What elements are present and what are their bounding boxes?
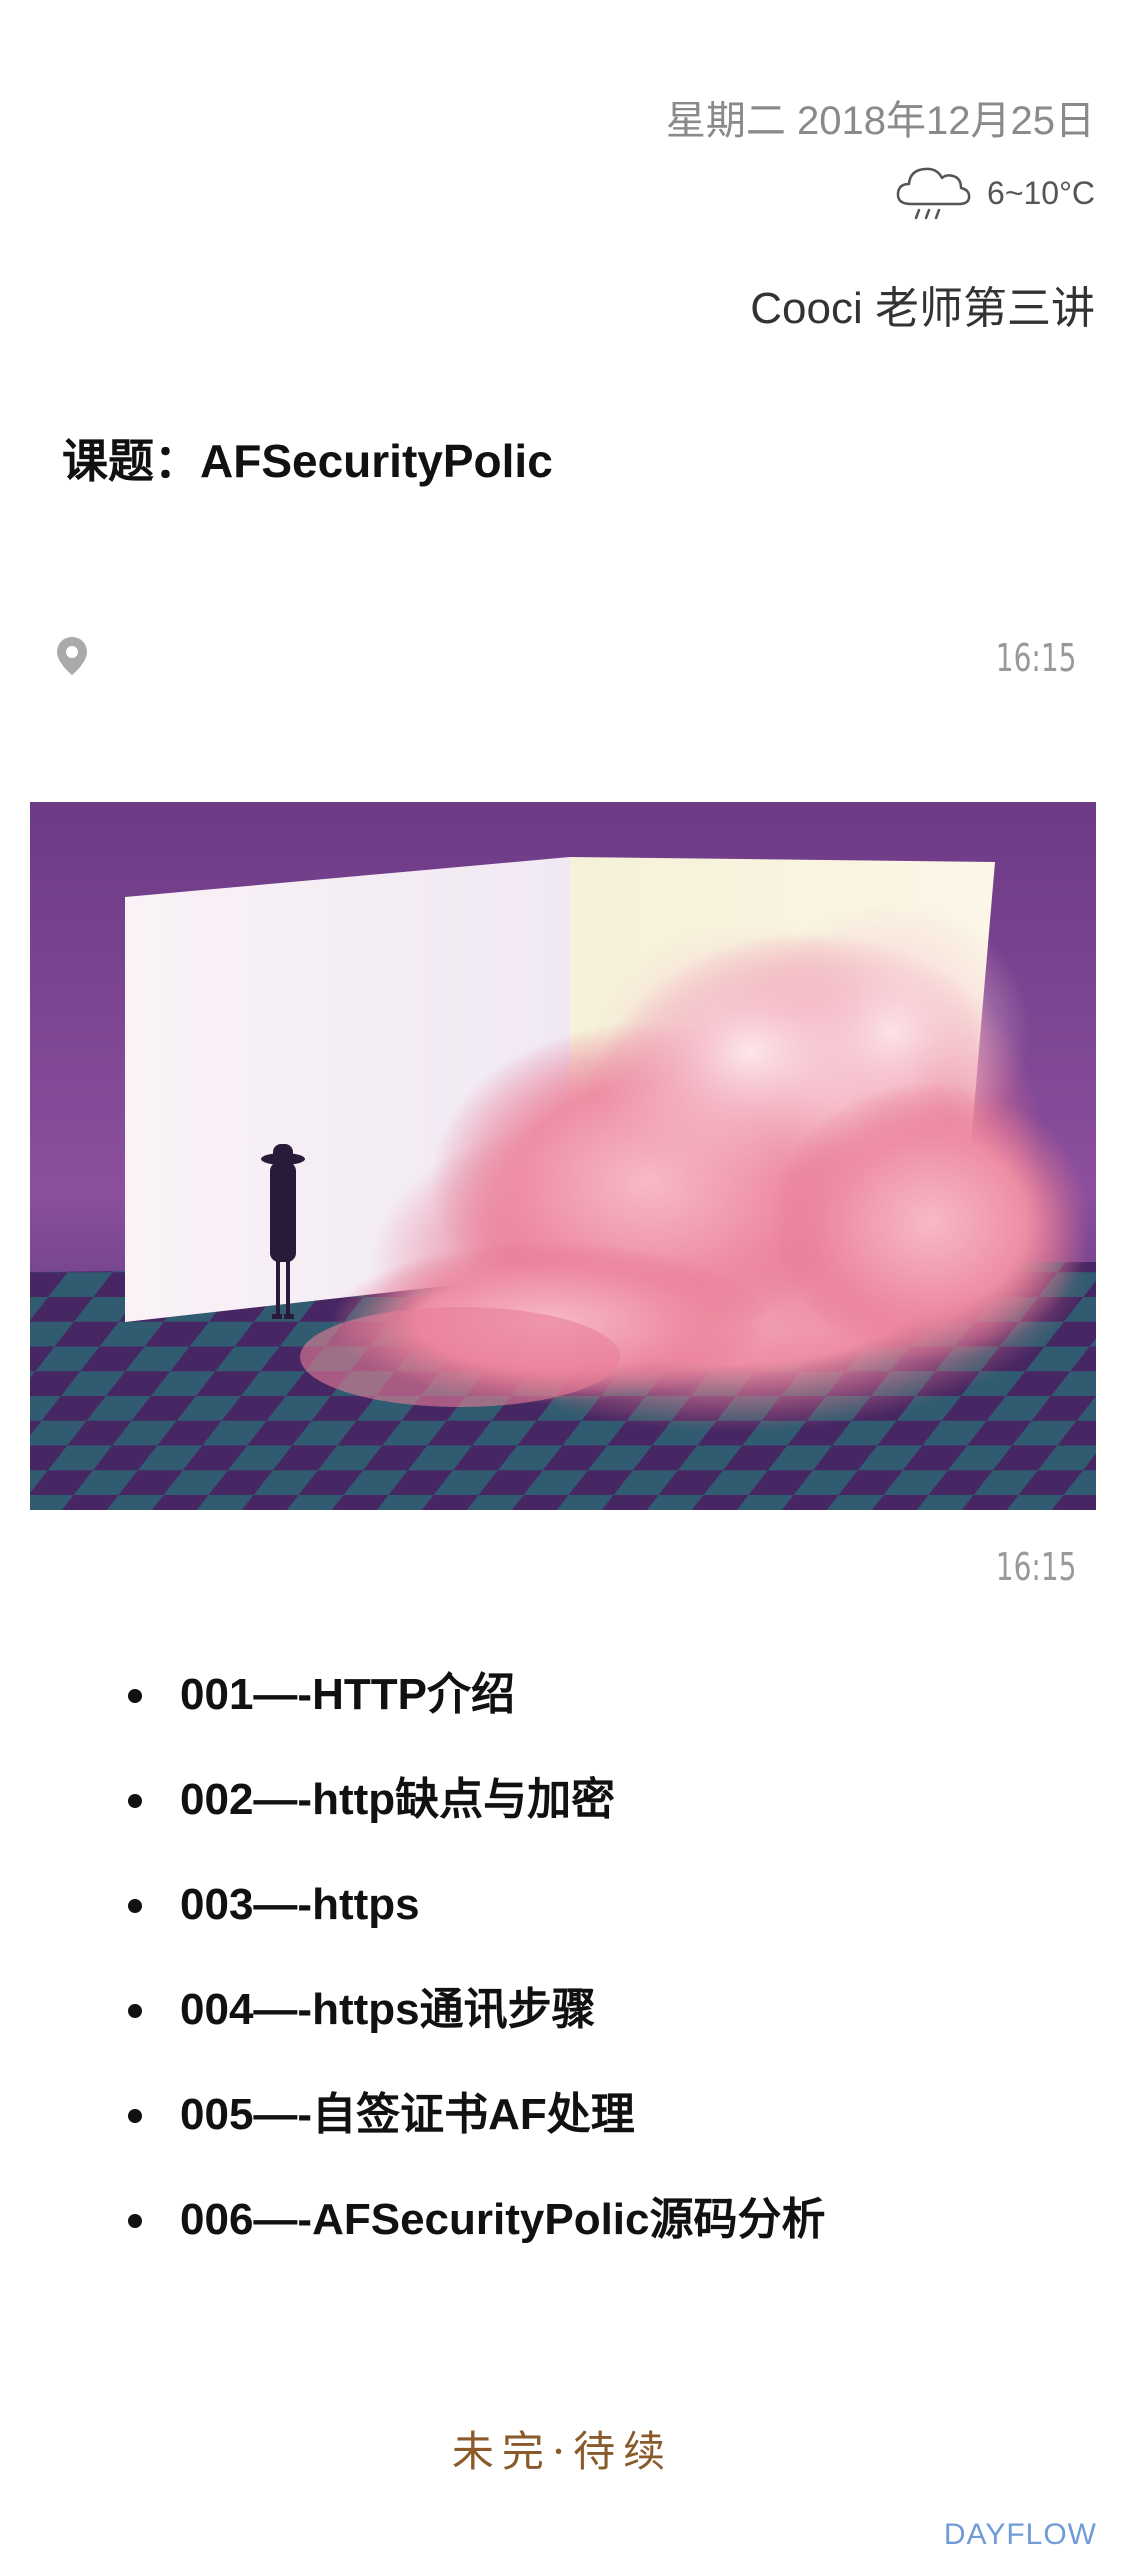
status-label: 未完·待续	[451, 2427, 674, 2476]
entry-date: 星期二 2018年12月25日	[665, 99, 1095, 143]
list-item-text: 004—-https通讯步骤	[180, 1985, 596, 2034]
list-item: 002—-http缺点与加密	[0, 1765, 1125, 1870]
weather-temperature: 6~10°C	[987, 175, 1095, 211]
list-item-text: 002—-http缺点与加密	[180, 1775, 616, 1824]
list-item: 001—-HTTP介绍	[0, 1660, 1125, 1765]
entry-image[interactable]	[30, 802, 1096, 1510]
topic-list: 001—-HTTP介绍 002—-http缺点与加密 003—-https 00…	[0, 1660, 1125, 2290]
bullet-icon	[128, 1794, 142, 1808]
weather-info: 6~10°C	[893, 160, 1095, 227]
brand-logo: DAYFLOW	[943, 2518, 1097, 2551]
entry-topic: 课题：AFSecurityPolic	[62, 435, 553, 487]
rain-cloud-icon	[893, 160, 973, 227]
list-item-text: 006—-AFSecurityPolic源码分析	[180, 2195, 826, 2244]
bullet-icon	[128, 1899, 142, 1913]
bullet-icon	[128, 2109, 142, 2123]
list-item: 004—-https通讯步骤	[0, 1975, 1125, 2080]
list-item-text: 003—-https	[180, 1880, 420, 1929]
image-time: 16:15	[996, 1545, 1077, 1589]
list-item-text: 005—-自签证书AF处理	[180, 2090, 635, 2139]
list-item: 005—-自签证书AF处理	[0, 2080, 1125, 2185]
location-pin-icon[interactable]	[55, 635, 89, 682]
list-item: 006—-AFSecurityPolic源码分析	[0, 2185, 1125, 2290]
bullet-icon	[128, 2004, 142, 2018]
bullet-icon	[128, 2214, 142, 2228]
entry-time: 16:15	[996, 636, 1077, 680]
list-item: 003—-https	[0, 1870, 1125, 1975]
list-item-text: 001—-HTTP介绍	[180, 1670, 515, 1719]
entry-author: Cooci 老师第三讲	[750, 284, 1095, 333]
bullet-icon	[128, 1689, 142, 1703]
